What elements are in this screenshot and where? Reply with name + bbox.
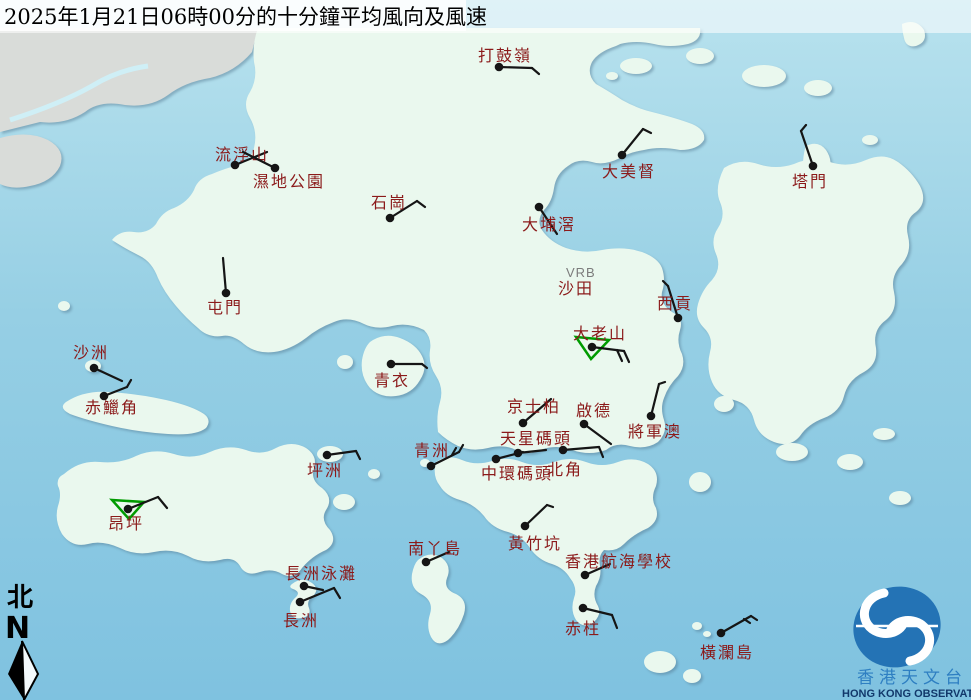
station-label: 橫瀾島 xyxy=(700,643,754,662)
station-dot xyxy=(588,343,597,352)
north-letter: N xyxy=(5,611,30,646)
station-label: 青洲 xyxy=(414,441,450,460)
station-dot xyxy=(296,598,305,607)
station-dot xyxy=(579,604,588,613)
station-dot xyxy=(492,455,501,464)
station-label: 塔門 xyxy=(792,172,828,191)
station-label: 赤鱲角 xyxy=(85,398,139,417)
wind-barb-line xyxy=(499,67,532,68)
hong-kong-wind-map: 打鼓嶺流浮山濕地公園石崗大美督塔門大埔滘屯門沙洲赤鱲角西貢VRB沙田大老山青衣京… xyxy=(0,0,971,700)
station-label: 青衣 xyxy=(374,371,410,390)
station-dot xyxy=(559,446,568,455)
station-label: 中環碼頭 xyxy=(481,464,553,483)
station-label: 坪洲 xyxy=(307,461,343,480)
station-label: 沙洲 xyxy=(73,343,109,362)
station-label: 昂坪 xyxy=(108,514,144,533)
station-dot xyxy=(271,164,280,173)
station-label: 石崗 xyxy=(371,193,407,212)
station-dot xyxy=(222,289,231,298)
station-label: 濕地公園 xyxy=(253,172,325,191)
station-label: 沙田 xyxy=(558,279,594,298)
station-dot xyxy=(535,203,544,212)
station-label: 北角 xyxy=(547,460,583,479)
station-dot xyxy=(674,314,683,323)
station-dot xyxy=(422,558,431,567)
vrb-text: VRB xyxy=(566,265,596,280)
station-dot xyxy=(581,571,590,580)
station-dot xyxy=(809,162,818,171)
station-dot xyxy=(521,522,530,531)
station-label: 大美督 xyxy=(602,162,656,181)
hko-logo-english: HONG KONG OBSERVATORY xyxy=(842,688,971,700)
station-label: 黃竹坑 xyxy=(508,534,562,553)
station-dot xyxy=(647,412,656,421)
station-label: 大老山 xyxy=(573,324,627,343)
station-label: 南丫島 xyxy=(408,539,462,558)
station-dot xyxy=(427,462,436,471)
station-label: 長洲 xyxy=(283,611,319,630)
station-dot xyxy=(386,214,395,223)
station-label: 啟德 xyxy=(576,401,612,420)
station-dot xyxy=(90,364,99,373)
station-label: 長洲泳灘 xyxy=(285,564,357,583)
station-label: 將軍澳 xyxy=(628,422,682,441)
station-label: 京士柏 xyxy=(507,397,561,416)
station-dot xyxy=(124,505,133,514)
title-bar: 2025年1月21日06時00分的十分鐘平均風向及風速 xyxy=(0,0,971,33)
north-hanzi: 北 xyxy=(7,583,33,613)
station-label: 大埔滘 xyxy=(522,215,576,234)
station-label: 天星碼頭 xyxy=(500,429,572,448)
station-label: 赤柱 xyxy=(565,619,601,638)
station-dot xyxy=(580,420,589,429)
map-title: 2025年1月21日06時00分的十分鐘平均風向及風速 xyxy=(4,5,487,29)
hko-wind-map-screen: 打鼓嶺流浮山濕地公園石崗大美督塔門大埔滘屯門沙洲赤鱲角西貢VRB沙田大老山青衣京… xyxy=(0,0,971,700)
station-label: 西貢 xyxy=(657,294,693,313)
station-dot xyxy=(387,360,396,369)
hko-logo-chinese: 香港天文台 xyxy=(857,668,967,688)
station-dot xyxy=(323,451,332,460)
station-label: 香港航海學校 xyxy=(565,552,673,571)
station-label: 屯門 xyxy=(207,298,243,317)
station-dot xyxy=(717,629,726,638)
station-dot xyxy=(618,151,627,160)
station-label: 打鼓嶺 xyxy=(478,46,532,65)
station-dot xyxy=(519,419,528,428)
